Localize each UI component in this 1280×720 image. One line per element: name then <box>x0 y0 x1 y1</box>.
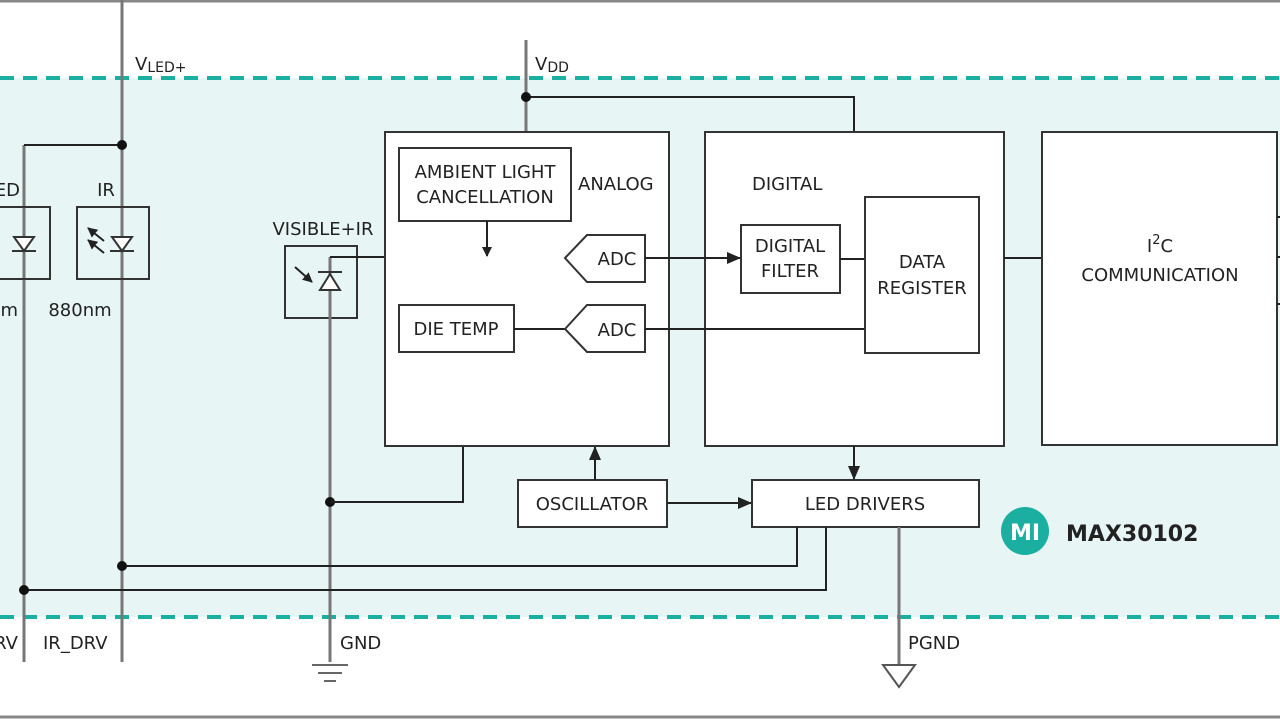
i2c-label: I2C <box>1147 233 1173 257</box>
red-drv-label: RED_DRV <box>0 633 19 654</box>
digital-label: DIGITAL <box>752 174 822 195</box>
i2c-label-line2: COMMUNICATION <box>1081 265 1238 286</box>
oscillator-label: OSCILLATOR <box>536 494 649 515</box>
ambient-label-line2: CANCELLATION <box>416 187 554 208</box>
junction-dot <box>117 561 127 571</box>
ir-led-label: IR <box>97 180 115 201</box>
filter-label-line1: DIGITAL <box>755 236 825 257</box>
block-diagram: VLED+ RED 660nm IR 880nm VISIBLE+IR GND … <box>0 0 1280 720</box>
diagram-canvas: VLED+ RED 660nm IR 880nm VISIBLE+IR GND … <box>0 0 1280 719</box>
filter-label-line2: FILTER <box>761 261 819 282</box>
junction-dot <box>117 140 127 150</box>
register-label-line1: DATA <box>899 252 946 273</box>
i2c-communication-block <box>1041 131 1278 446</box>
ambient-light-cancellation-block <box>398 147 572 222</box>
die-temp-label: DIE TEMP <box>413 319 498 340</box>
red-wavelength: 660nm <box>0 300 18 321</box>
maxim-logo-icon: MI <box>1001 507 1049 555</box>
ir-drv-label: IR_DRV <box>43 633 108 654</box>
gnd-label: GND <box>340 633 381 654</box>
red-led-label: RED <box>0 180 20 201</box>
vled-label: VLED+ <box>135 54 186 76</box>
svg-text:MI: MI <box>1010 521 1040 546</box>
data-register-block <box>864 196 980 354</box>
adc2-label: ADC <box>598 320 637 341</box>
part-number: MAX30102 <box>1066 522 1198 547</box>
junction-dot <box>521 92 531 102</box>
pgnd-symbol-icon <box>881 664 917 689</box>
led-drivers-label: LED DRIVERS <box>805 494 925 515</box>
photodiode-label: VISIBLE+IR <box>272 219 373 240</box>
ir-wavelength: 880nm <box>48 300 111 321</box>
vdd-label: VDD <box>535 54 569 76</box>
analog-label: ANALOG <box>578 174 654 195</box>
ambient-label-line1: AMBIENT LIGHT <box>415 162 557 183</box>
adc1-label: ADC <box>598 249 637 270</box>
register-label-line2: REGISTER <box>877 278 966 299</box>
pgnd-label: PGND <box>908 633 960 654</box>
junction-dot <box>19 585 29 595</box>
ground-symbol-icon <box>312 664 348 682</box>
